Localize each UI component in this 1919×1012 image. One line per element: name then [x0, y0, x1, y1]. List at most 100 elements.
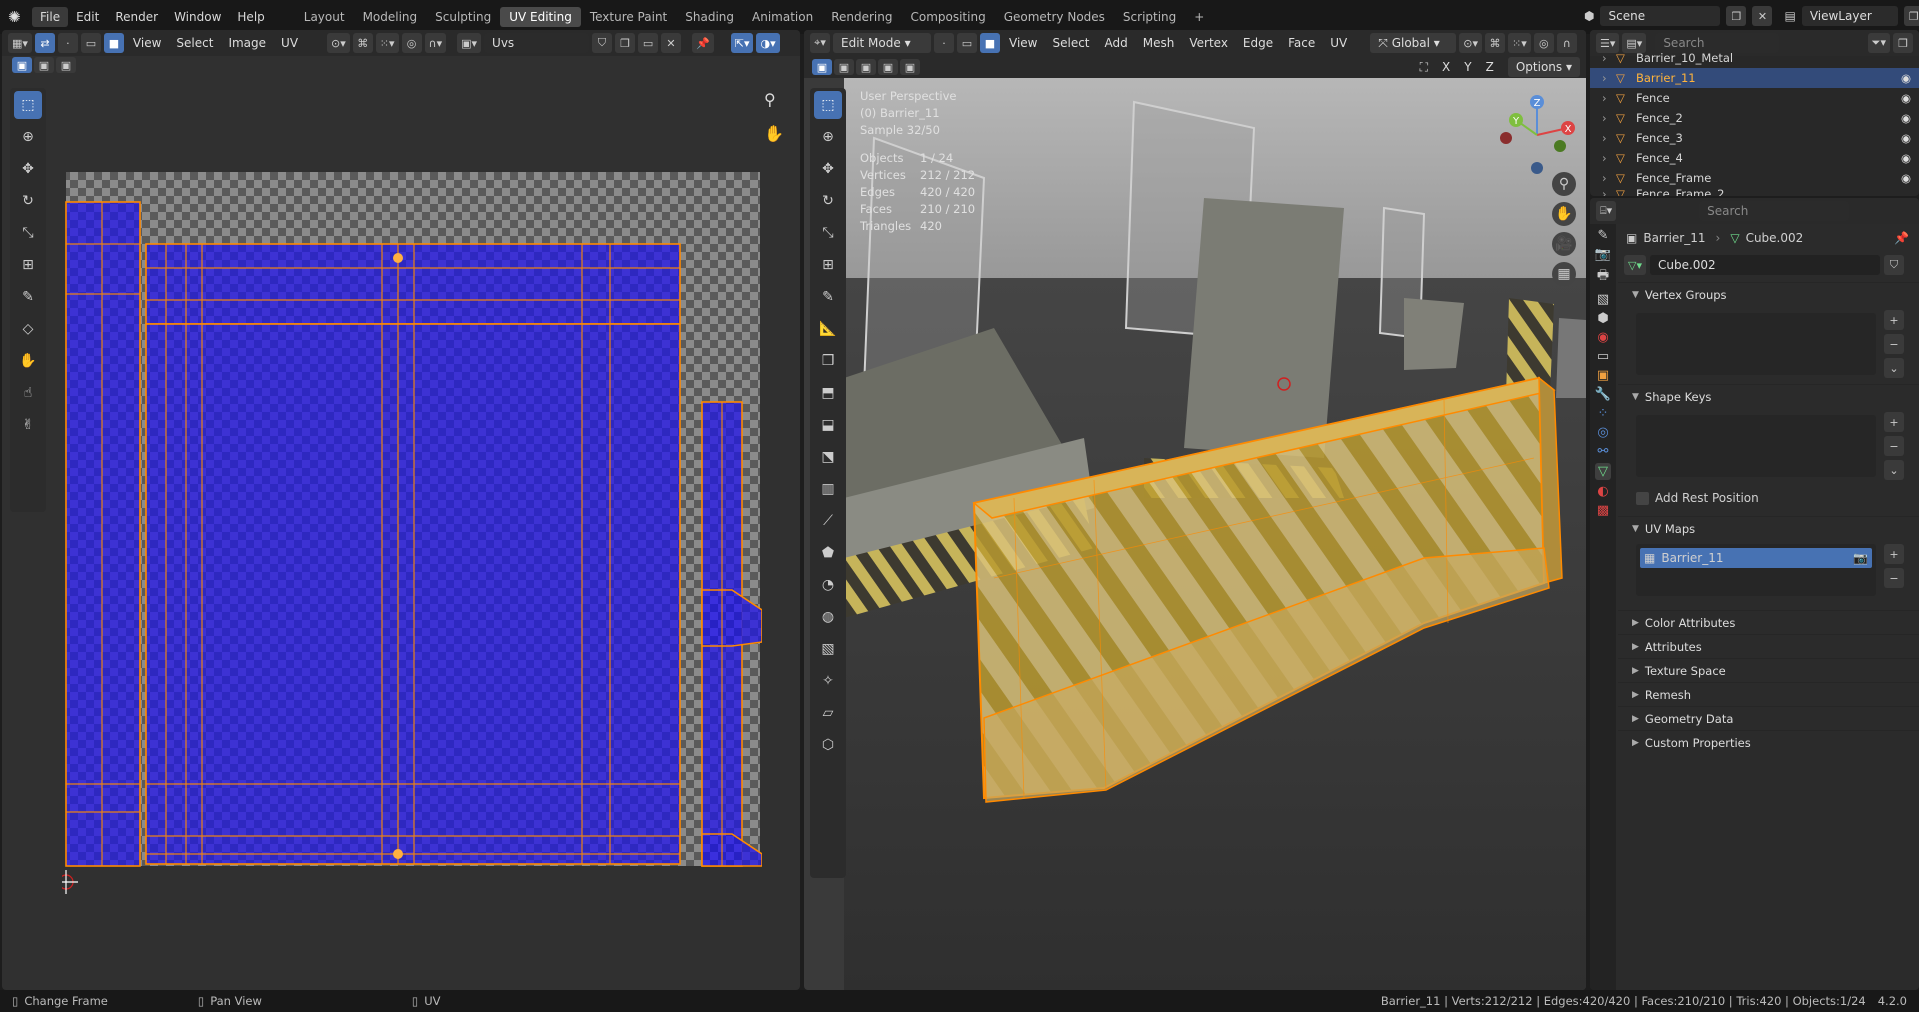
uv-menu-image[interactable]: Image — [222, 36, 272, 50]
visibility-eye-icon[interactable]: ◉ — [1901, 131, 1911, 145]
vp-menu-uv[interactable]: UV — [1324, 36, 1353, 50]
select-subtract-icon[interactable]: ▣ — [56, 57, 76, 73]
vp-snap-target-icon[interactable]: ⁙▾ — [1508, 33, 1531, 53]
image-browse-icon[interactable]: ▣▾ — [457, 33, 482, 53]
rotate-tool-icon[interactable]: ↻ — [14, 187, 42, 215]
scene-icon[interactable]: ⬢ — [1584, 9, 1594, 23]
vp-proportional-icon[interactable]: ◎ — [1533, 33, 1554, 53]
uv-map-item[interactable]: ▦ Barrier_11 📷 — [1640, 548, 1872, 568]
mesh-name-field[interactable]: Cube.002 — [1649, 255, 1880, 275]
mesh-browse-icon[interactable]: ▽▾ — [1624, 255, 1646, 275]
vp-vertex-select-icon[interactable]: · — [934, 33, 954, 53]
tab-layout[interactable]: Layout — [295, 7, 354, 27]
shape-key-menu-button[interactable]: ⌄ — [1884, 460, 1904, 480]
pin-icon[interactable]: 📌 — [692, 33, 714, 53]
vp-menu-add[interactable]: Add — [1099, 36, 1134, 50]
tab-texture-paint[interactable]: Texture Paint — [581, 7, 676, 27]
unlink-image-icon[interactable]: ✕ — [661, 33, 682, 53]
options-dropdown[interactable]: Options ▾ — [1507, 57, 1580, 77]
snap-icon[interactable]: ⌘ — [352, 33, 373, 53]
render-tab-icon[interactable]: 📷 — [1595, 247, 1611, 262]
outliner-search-input[interactable]: Search — [1655, 33, 1780, 53]
delete-scene-icon[interactable]: ✕ — [1752, 6, 1773, 26]
pan-view-icon[interactable]: ✋ — [1552, 202, 1576, 226]
uv-canvas[interactable] — [62, 172, 762, 902]
uv-sync-icon[interactable]: ⇄ — [34, 33, 55, 53]
fake-user-icon[interactable]: ⛉ — [592, 33, 613, 53]
mirror-icon[interactable]: ⛶ — [1420, 60, 1428, 75]
constraints-tab-icon[interactable]: ⚯ — [1598, 444, 1609, 459]
move-tool-icon[interactable]: ✥ — [14, 155, 42, 183]
menu-edit[interactable]: Edit — [68, 7, 107, 27]
visibility-eye-icon[interactable]: ◉ — [1901, 151, 1911, 165]
pivot-icon[interactable]: ⊙▾ — [327, 33, 350, 53]
vp-menu-vertex[interactable]: Vertex — [1183, 36, 1234, 50]
editor-type-icon[interactable]: ▦▾ — [8, 33, 32, 53]
zoom-icon[interactable]: ⚲ — [764, 90, 776, 109]
add-cube-tool-icon[interactable]: ❒ — [814, 347, 842, 375]
active-render-camera-icon[interactable]: 📷 — [1853, 551, 1868, 565]
object-tab-icon[interactable]: ▣ — [1597, 368, 1609, 383]
panel-uv-maps[interactable]: ▼ UV Maps — [1618, 516, 1919, 540]
add-rest-position-checkbox[interactable] — [1636, 491, 1649, 505]
knife-tool-icon[interactable]: ⟋ — [814, 507, 842, 535]
zoom-view-icon[interactable]: ⚲ — [1552, 172, 1576, 196]
mesh-fake-user-icon[interactable]: ⛉ — [1883, 255, 1904, 275]
vp-select-tool-icon[interactable]: ⬚ — [814, 91, 842, 119]
camera-view-icon[interactable]: 🎥 — [1552, 232, 1576, 256]
rip-tool-icon[interactable]: ◇ — [14, 315, 42, 343]
scale-tool-icon[interactable]: ⤡ — [14, 219, 42, 247]
outliner-row[interactable]: › ▽ Fence ◉ — [1590, 88, 1919, 108]
2d-cursor-icon[interactable] — [62, 870, 78, 894]
overlay-icon[interactable]: ◑▾ — [756, 33, 780, 53]
inset-tool-icon[interactable]: ⬓ — [814, 411, 842, 439]
visibility-eye-icon[interactable]: ◉ — [1901, 171, 1911, 185]
view-layer-field[interactable]: ViewLayer — [1801, 6, 1898, 26]
display-mode-icon[interactable]: ▤▾ — [1622, 33, 1647, 53]
remove-shape-key-button[interactable]: − — [1884, 436, 1904, 456]
new-scene-icon[interactable]: ❐ — [1726, 6, 1747, 26]
remove-uv-map-button[interactable]: − — [1884, 568, 1904, 588]
tab-shading[interactable]: Shading — [676, 7, 743, 27]
panel-attributes[interactable]: ▶ Attributes — [1618, 634, 1919, 658]
outliner-row[interactable]: › ▽ Fence_3 ◉ — [1590, 128, 1919, 148]
vertex-select-icon[interactable]: · — [57, 33, 78, 53]
image-name-field[interactable]: Uvs — [484, 33, 590, 53]
add-workspace-button[interactable]: + — [1185, 7, 1213, 27]
mode-dropdown[interactable]: Edit Mode ▾ — [833, 33, 931, 53]
edge-slide-tool-icon[interactable]: ▧ — [814, 635, 842, 663]
vp-rotate-tool-icon[interactable]: ↻ — [814, 187, 842, 215]
tab-animation[interactable]: Animation — [743, 7, 822, 27]
uv-menu-select[interactable]: Select — [170, 36, 219, 50]
physics-tab-icon[interactable]: ◎ — [1597, 425, 1608, 440]
vp-select-new-icon[interactable]: ▣ — [812, 59, 832, 75]
transform-tool-icon[interactable]: ⊞ — [14, 251, 42, 279]
spin-tool-icon[interactable]: ◔ — [814, 571, 842, 599]
cursor-tool-icon[interactable]: ⊕ — [14, 123, 42, 151]
uv-snap-icon[interactable]: ⇱▾ — [730, 33, 754, 53]
scene-field[interactable]: Scene — [1600, 6, 1721, 26]
vp-scale-tool-icon[interactable]: ⤡ — [814, 219, 842, 247]
panel-remesh[interactable]: ▶ Remesh — [1618, 682, 1919, 706]
transform-orientation-dropdown[interactable]: ⤧ Global ▾ — [1370, 33, 1457, 53]
menu-render[interactable]: Render — [107, 7, 166, 27]
vp-menu-edge[interactable]: Edge — [1237, 36, 1279, 50]
menu-help[interactable]: Help — [229, 7, 272, 27]
vp-face-select-icon[interactable]: ■ — [980, 33, 1000, 53]
rip-region-tool-icon[interactable]: ⬡ — [814, 731, 842, 759]
properties-search-input[interactable]: Search — [1699, 201, 1850, 221]
loop-cut-tool-icon[interactable]: ▥ — [814, 475, 842, 503]
annotate-tool-icon[interactable]: ✎ — [14, 283, 42, 311]
face-select-icon[interactable]: ■ — [103, 33, 124, 53]
filter-icon[interactable]: ⏷▾ — [1867, 33, 1890, 53]
new-view-layer-icon[interactable]: ❐ — [1903, 6, 1919, 26]
properties-type-icon[interactable]: ⌸▾ — [1596, 201, 1617, 221]
material-tab-icon[interactable]: ◐ — [1597, 484, 1608, 499]
menu-window[interactable]: Window — [166, 7, 229, 27]
output-tab-icon[interactable]: 🖶 — [1597, 266, 1609, 288]
scene-tab-icon[interactable]: ⬢ — [1597, 311, 1608, 326]
outliner-row[interactable]: › ▽ Fence_4 ◉ — [1590, 148, 1919, 168]
panel-geometry-data[interactable]: ▶ Geometry Data — [1618, 706, 1919, 730]
outliner-row[interactable]: › ▽ Fence_Frame ◉ — [1590, 168, 1919, 188]
outliner-row-selected[interactable]: › ▽ Barrier_11 ◉ — [1590, 68, 1919, 88]
